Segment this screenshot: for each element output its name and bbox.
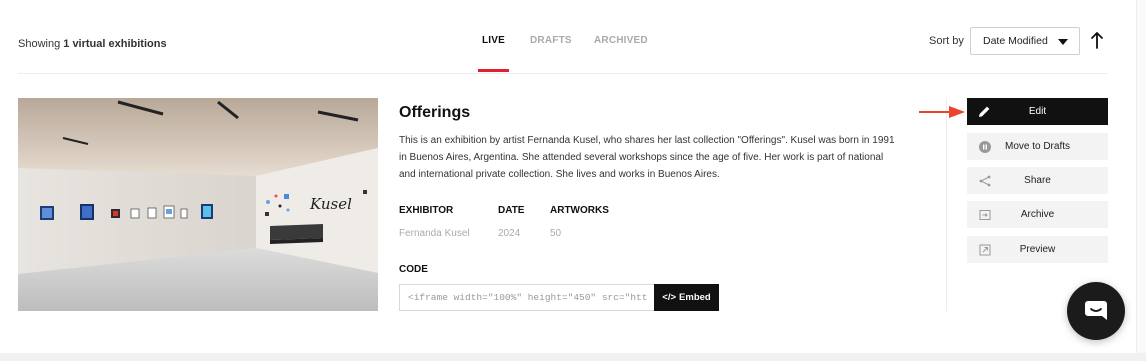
chat-icon [1085, 301, 1107, 320]
code-icon: </> [662, 292, 677, 303]
edit-button[interactable]: Edit [967, 98, 1108, 125]
external-link-icon [977, 242, 992, 257]
archive-icon [977, 207, 992, 222]
bottom-band [0, 353, 1146, 361]
embed-button[interactable]: </> Embed [654, 284, 719, 311]
move-to-drafts-button[interactable]: Move to Drafts [967, 133, 1108, 160]
page-edge [1136, 0, 1146, 353]
exhibition-title[interactable]: Offerings [399, 104, 470, 122]
results-count-prefix: Showing [18, 38, 61, 50]
archive-button[interactable]: Archive [967, 201, 1108, 228]
move-to-drafts-label: Move to Drafts [1004, 141, 1071, 152]
exhibitor-header: EXHIBITOR [399, 205, 454, 216]
preview-button-label: Preview [1019, 244, 1056, 255]
share-button[interactable]: Share [967, 167, 1108, 194]
share-button-label: Share [1024, 175, 1051, 186]
exhibitor-value: Fernanda Kusel [399, 228, 470, 239]
thumbnail-signature: Kusel [309, 195, 352, 213]
embed-button-label: Embed [679, 292, 711, 303]
results-count: Showing 1 virtual exhibitions [18, 38, 167, 50]
exhibition-thumbnail[interactable]: Kusel [18, 98, 378, 311]
pause-icon [977, 139, 992, 154]
header-divider [18, 73, 1108, 74]
pencil-icon [977, 104, 992, 119]
embed-code-input[interactable] [399, 284, 655, 311]
artworks-value: 50 [550, 228, 562, 239]
gallery-render-image: Kusel [18, 98, 378, 311]
active-tab-indicator [478, 69, 509, 72]
red-arrow-pointer-icon [919, 106, 965, 118]
sort-select-value: Date Modified [983, 35, 1048, 47]
tab-drafts[interactable]: DRAFTS [530, 35, 572, 46]
actions-divider [946, 98, 947, 311]
date-header: DATE [498, 205, 525, 216]
artworks-header: ARTWORKS [550, 205, 609, 216]
code-label: CODE [399, 264, 428, 275]
chevron-down-icon [1058, 39, 1068, 45]
date-value: 2024 [498, 228, 521, 239]
archive-button-label: Archive [1020, 209, 1055, 220]
tab-archived[interactable]: ARCHIVED [594, 35, 648, 46]
share-icon [977, 173, 992, 188]
sort-direction-arrow-up-icon[interactable] [1089, 30, 1105, 52]
chat-button[interactable] [1067, 282, 1125, 340]
results-count-value: 1 virtual exhibitions [63, 38, 167, 50]
sort-label: Sort by [929, 35, 964, 47]
preview-button[interactable]: Preview [967, 236, 1108, 263]
tab-live[interactable]: LIVE [482, 35, 505, 46]
sort-select[interactable]: Date Modified [970, 27, 1080, 55]
exhibition-description: This is an exhibition by artist Fernanda… [399, 135, 895, 180]
edit-button-label: Edit [1028, 106, 1047, 117]
